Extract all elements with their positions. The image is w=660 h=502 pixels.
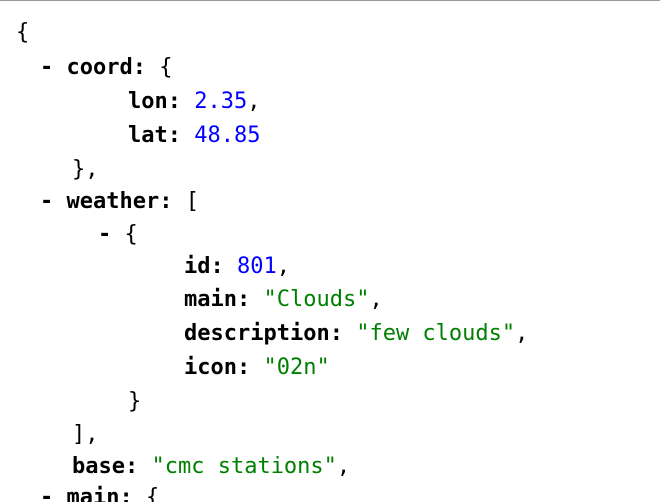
main-collapse-toggle[interactable]: - — [40, 481, 53, 502]
coord-key: coord — [66, 55, 133, 80]
lat-row: lat: 48.85 — [128, 123, 261, 148]
lon-key: lon — [128, 89, 168, 114]
description-row: description: "few clouds", — [184, 321, 529, 346]
main-key: main — [66, 485, 120, 502]
lon-row: lon: 2.35, — [128, 89, 261, 114]
icon-value: "02n" — [263, 355, 330, 380]
main-field-key: main — [184, 287, 237, 312]
main-field-row: main: "Clouds", — [184, 287, 383, 312]
id-value: 801 — [237, 254, 277, 279]
icon-key: icon — [184, 355, 237, 380]
description-key: description — [184, 321, 330, 346]
lon-value: 2.35 — [194, 89, 248, 114]
coord-row: - coord: { — [40, 51, 172, 85]
coord-collapse-toggle[interactable]: - — [40, 51, 53, 85]
icon-row: icon: "02n" — [184, 355, 330, 380]
coord-close: }, — [72, 157, 99, 182]
json-viewer: { - coord: { lon: 2.35, lat: 48.85 }, - … — [0, 0, 660, 502]
lat-key: lat — [128, 123, 168, 148]
lat-value: 48.85 — [194, 123, 261, 148]
weather-item-open-brace: { — [124, 222, 138, 247]
base-key: base — [72, 454, 125, 479]
weather-item-close: } — [128, 389, 142, 414]
id-key: id — [184, 254, 211, 279]
root-open-brace: { — [16, 20, 30, 45]
main-field-value: "Clouds" — [263, 287, 370, 312]
weather-close: ], — [72, 422, 99, 447]
base-row: base: "cmc stations", — [72, 454, 351, 479]
base-value: "cmc stations" — [151, 454, 337, 479]
weather-key: weather — [66, 189, 160, 214]
weather-collapse-toggle[interactable]: - — [40, 185, 53, 219]
description-value: "few clouds" — [356, 321, 516, 346]
coord-open-brace: { — [159, 55, 173, 80]
main-row: - main: { — [40, 481, 159, 502]
main-open-brace: { — [145, 485, 160, 502]
weather-row: - weather: [ — [40, 185, 199, 219]
weather-item-row: - { — [98, 218, 138, 252]
weather-open-bracket: [ — [185, 189, 199, 214]
id-row: id: 801, — [184, 254, 290, 279]
weather-item-collapse-toggle[interactable]: - — [98, 218, 111, 252]
